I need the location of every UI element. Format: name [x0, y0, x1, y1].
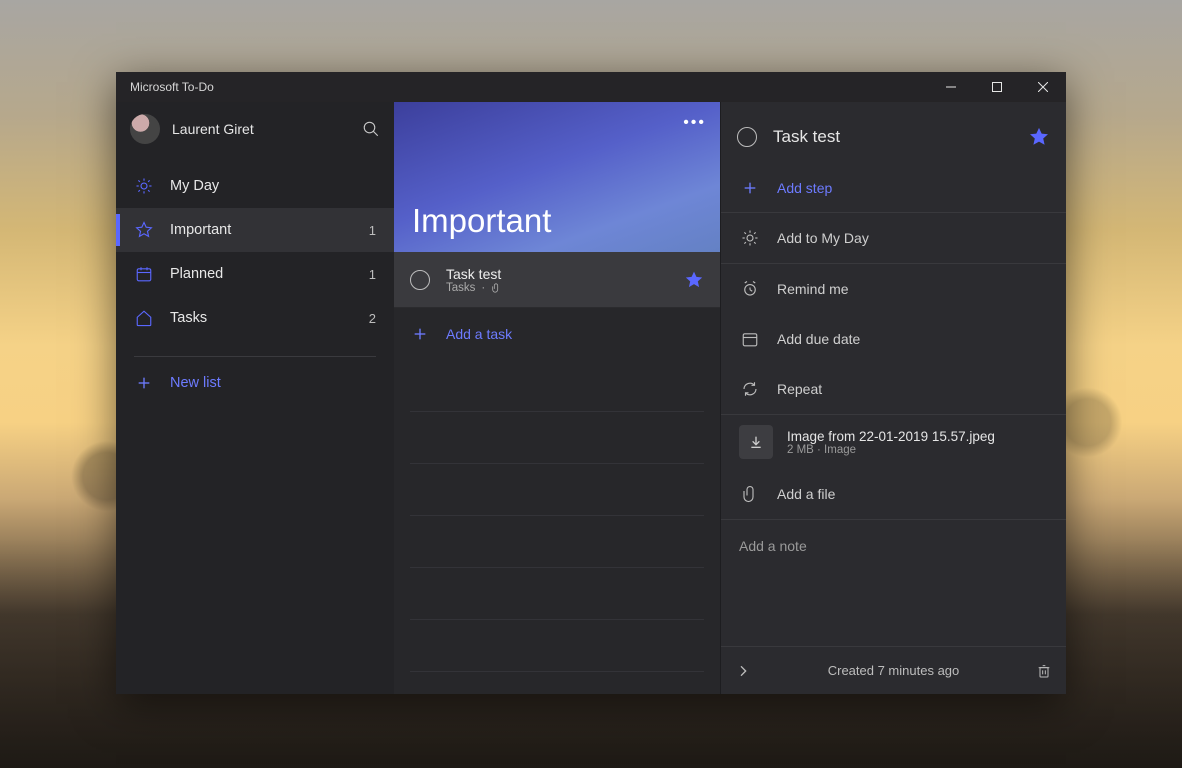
sidebar-item-tasks[interactable]: Tasks 2 [116, 296, 394, 340]
sidebar-item-label: Tasks [170, 310, 207, 326]
ellipsis-icon: ••• [683, 114, 706, 131]
trash-icon [1036, 663, 1052, 679]
add-task-label: Add a task [446, 326, 512, 342]
sidebar-item-label: Important [170, 222, 231, 238]
search-button[interactable] [362, 120, 380, 138]
task-texts: Task test Tasks · [446, 266, 501, 294]
app-title: Microsoft To-Do [130, 80, 214, 94]
detail-header: Task test [721, 102, 1066, 164]
content: Laurent Giret My Day Import [116, 102, 1066, 694]
empty-row [410, 516, 704, 568]
detail-star-button[interactable] [1028, 126, 1050, 148]
sidebar-item-important[interactable]: Important 1 [116, 208, 394, 252]
option-label: Remind me [777, 281, 849, 297]
titlebar: Microsoft To-Do [116, 72, 1066, 102]
sidebar-item-label: My Day [170, 178, 219, 194]
detail-checkbox[interactable] [737, 127, 757, 147]
app-window: Microsoft To-Do Laurent Giret [116, 72, 1066, 694]
due-date-button[interactable]: Add due date [721, 314, 1066, 364]
chevron-right-icon [735, 663, 751, 679]
sidebar-item-my-day[interactable]: My Day [116, 164, 394, 208]
sidebar-item-count: 1 [369, 267, 376, 282]
empty-row [410, 620, 704, 672]
sidebar-item-count: 1 [369, 223, 376, 238]
list-header: ••• Important [394, 102, 720, 252]
option-label: Add due date [777, 331, 860, 347]
add-file-button[interactable]: Add a file [721, 469, 1066, 519]
plus-icon [410, 326, 430, 342]
sun-icon [739, 229, 761, 247]
minimize-icon [946, 82, 956, 92]
add-task-button[interactable]: Add a task [394, 308, 720, 360]
note-input[interactable]: Add a note [721, 520, 1066, 572]
list-view: ••• Important Task test Tasks · [394, 102, 720, 694]
empty-row [410, 412, 704, 464]
hide-detail-button[interactable] [735, 663, 751, 679]
paperclip-icon [739, 485, 761, 503]
task-list: Task test Tasks · Add [394, 252, 720, 672]
profile-name: Laurent Giret [172, 121, 254, 137]
paperclip-icon [491, 282, 501, 294]
task-subtitle: Tasks · [446, 282, 501, 294]
star-icon [134, 220, 154, 240]
plus-icon [739, 180, 761, 196]
star-filled-icon [1028, 126, 1050, 148]
remind-me-button[interactable]: Remind me [721, 264, 1066, 314]
empty-row [410, 360, 704, 412]
calendar-icon [739, 330, 761, 348]
sun-icon [134, 176, 154, 196]
close-icon [1038, 82, 1048, 92]
list-title: Important [412, 202, 702, 240]
attachment-texts: Image from 22-01-2019 15.57.jpeg 2 MB · … [787, 429, 995, 456]
alarm-icon [739, 280, 761, 298]
window-controls [928, 72, 1066, 102]
divider [134, 356, 376, 357]
sidebar-item-label: Planned [170, 266, 223, 282]
created-label: Created 7 minutes ago [751, 663, 1036, 678]
close-button[interactable] [1020, 72, 1066, 102]
new-list-button[interactable]: New list [116, 361, 394, 405]
calendar-icon [134, 264, 154, 284]
sidebar-item-planned[interactable]: Planned 1 [116, 252, 394, 296]
delete-task-button[interactable] [1036, 663, 1052, 679]
avatar [130, 114, 160, 144]
task-checkbox[interactable] [410, 270, 430, 290]
task-title: Task test [446, 266, 501, 282]
plus-icon [134, 375, 154, 391]
search-icon [362, 120, 380, 138]
task-star-button[interactable] [684, 270, 704, 290]
attachment-meta: 2 MB · Image [787, 444, 995, 456]
star-filled-icon [684, 270, 704, 290]
repeat-button[interactable]: Repeat [721, 364, 1066, 414]
add-my-day-button[interactable]: Add to My Day [721, 213, 1066, 263]
task-row[interactable]: Task test Tasks · [394, 252, 720, 308]
attachment-row[interactable]: Image from 22-01-2019 15.57.jpeg 2 MB · … [721, 415, 1066, 469]
empty-row [410, 568, 704, 620]
minimize-button[interactable] [928, 72, 974, 102]
detail-title[interactable]: Task test [773, 127, 840, 147]
detail-footer: Created 7 minutes ago [721, 646, 1066, 694]
profile[interactable]: Laurent Giret [116, 106, 394, 158]
sidebar-item-count: 2 [369, 311, 376, 326]
sidebar: Laurent Giret My Day Import [116, 102, 394, 694]
option-label: Add to My Day [777, 230, 869, 246]
maximize-icon [992, 82, 1002, 92]
download-icon [739, 425, 773, 459]
add-step-label: Add step [777, 180, 832, 196]
home-icon [134, 308, 154, 328]
list-more-button[interactable]: ••• [683, 114, 706, 132]
empty-row [410, 464, 704, 516]
nav: My Day Important 1 Planned 1 [116, 158, 394, 352]
add-step-button[interactable]: Add step [721, 164, 1066, 212]
maximize-button[interactable] [974, 72, 1020, 102]
option-label: Repeat [777, 381, 822, 397]
task-detail: Task test Add step Add to My Day [720, 102, 1066, 694]
repeat-icon [739, 380, 761, 398]
new-list-label: New list [170, 375, 221, 391]
option-label: Add a file [777, 486, 835, 502]
attachment-name: Image from 22-01-2019 15.57.jpeg [787, 429, 995, 444]
